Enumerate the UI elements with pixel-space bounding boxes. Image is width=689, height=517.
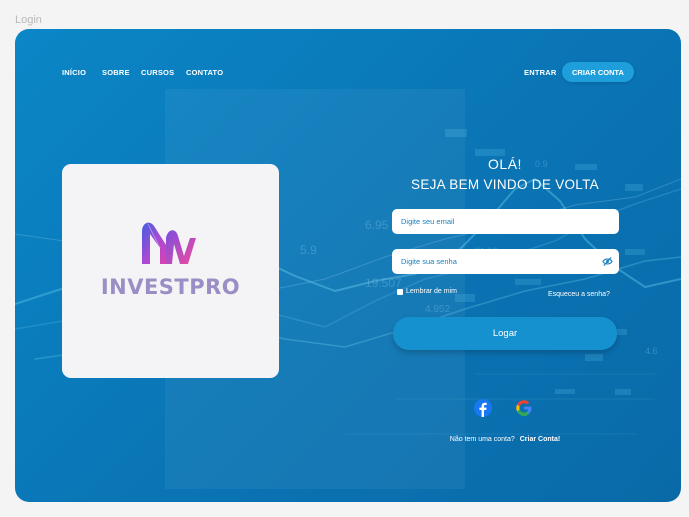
google-icon[interactable]	[515, 399, 533, 417]
investpro-logo-icon	[142, 222, 196, 264]
brand-logo-card: INVESTPRO	[62, 164, 279, 378]
remember-label: Lembrar de mim	[406, 288, 457, 295]
email-field[interactable]: Digite seu email	[392, 209, 619, 234]
nav-login-link[interactable]: ENTRAR	[524, 68, 556, 77]
svg-text:4.6: 4.6	[645, 346, 658, 356]
nav-link-contato[interactable]: CONTATO	[186, 68, 223, 77]
nav-link-inicio[interactable]: INÍCIO	[62, 68, 86, 77]
no-account-text: Não tem uma conta?	[449, 436, 515, 443]
login-button[interactable]: Logar	[393, 317, 617, 350]
greeting-title: OLÁ!	[488, 156, 522, 172]
nav-link-sobre[interactable]: SOBRE	[102, 68, 130, 77]
forgot-password-link[interactable]: Esqueceu a senha?	[548, 291, 610, 298]
email-placeholder: Digite seu email	[401, 217, 455, 226]
signup-prompt: Não tem uma conta? Criar Conta!	[392, 436, 618, 443]
nav-link-cursos[interactable]: CURSOS	[141, 68, 174, 77]
password-field[interactable]: Digite sua senha	[392, 249, 619, 274]
remember-checkbox[interactable]	[397, 288, 403, 295]
eye-off-icon[interactable]	[602, 256, 613, 267]
password-placeholder: Digite sua senha	[401, 257, 457, 266]
create-account-link[interactable]: Criar Conta!	[520, 436, 560, 443]
frame-label: Login	[15, 14, 42, 26]
brand-name: INVESTPRO	[100, 275, 241, 299]
login-page: 6.95 19.507 5.9 4.952 31.12 0.9 4.6 INÍC…	[15, 29, 681, 502]
facebook-icon[interactable]	[474, 399, 492, 417]
welcome-subtitle: SEJA BEM VINDO DE VOLTA	[411, 177, 599, 192]
create-account-button[interactable]: CRIAR CONTA	[562, 62, 634, 82]
remember-me[interactable]: Lembrar de mim	[397, 288, 457, 295]
